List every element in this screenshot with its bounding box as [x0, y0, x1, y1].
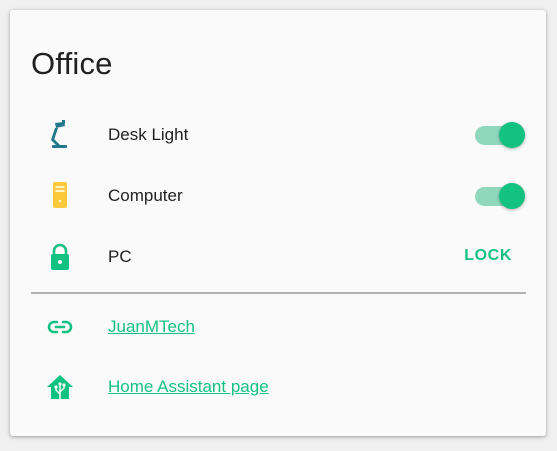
- toggle-knob: [499, 183, 525, 209]
- link-icon: [46, 312, 74, 342]
- entity-row-pc: PC LOCK: [10, 230, 546, 284]
- desk-lamp-icon: [46, 120, 74, 150]
- lock-button[interactable]: LOCK: [464, 247, 512, 265]
- entity-label-computer: Computer: [108, 186, 183, 205]
- entity-label-pc: PC: [108, 247, 132, 266]
- link-row-juanmtech: JuanMTech: [10, 300, 546, 354]
- home-assistant-link[interactable]: Home Assistant page: [108, 377, 269, 397]
- entity-row-computer: Computer: [10, 169, 546, 223]
- entity-row-desk-light: Desk Light: [10, 108, 546, 162]
- toggle-knob: [499, 122, 525, 148]
- lock-icon: [46, 242, 74, 272]
- computer-toggle[interactable]: [475, 183, 525, 209]
- home-assistant-icon: [46, 372, 74, 402]
- link-row-home-assistant: Home Assistant page: [10, 360, 546, 414]
- office-card: Office Desk Light Computer PC LOCK JuanM…: [10, 10, 546, 436]
- desk-light-toggle[interactable]: [475, 122, 525, 148]
- desktop-tower-icon: [46, 181, 74, 211]
- entity-label-desk-light: Desk Light: [108, 125, 189, 144]
- divider: [31, 292, 526, 294]
- juanmtech-link[interactable]: JuanMTech: [108, 317, 195, 337]
- card-title: Office: [31, 46, 113, 81]
